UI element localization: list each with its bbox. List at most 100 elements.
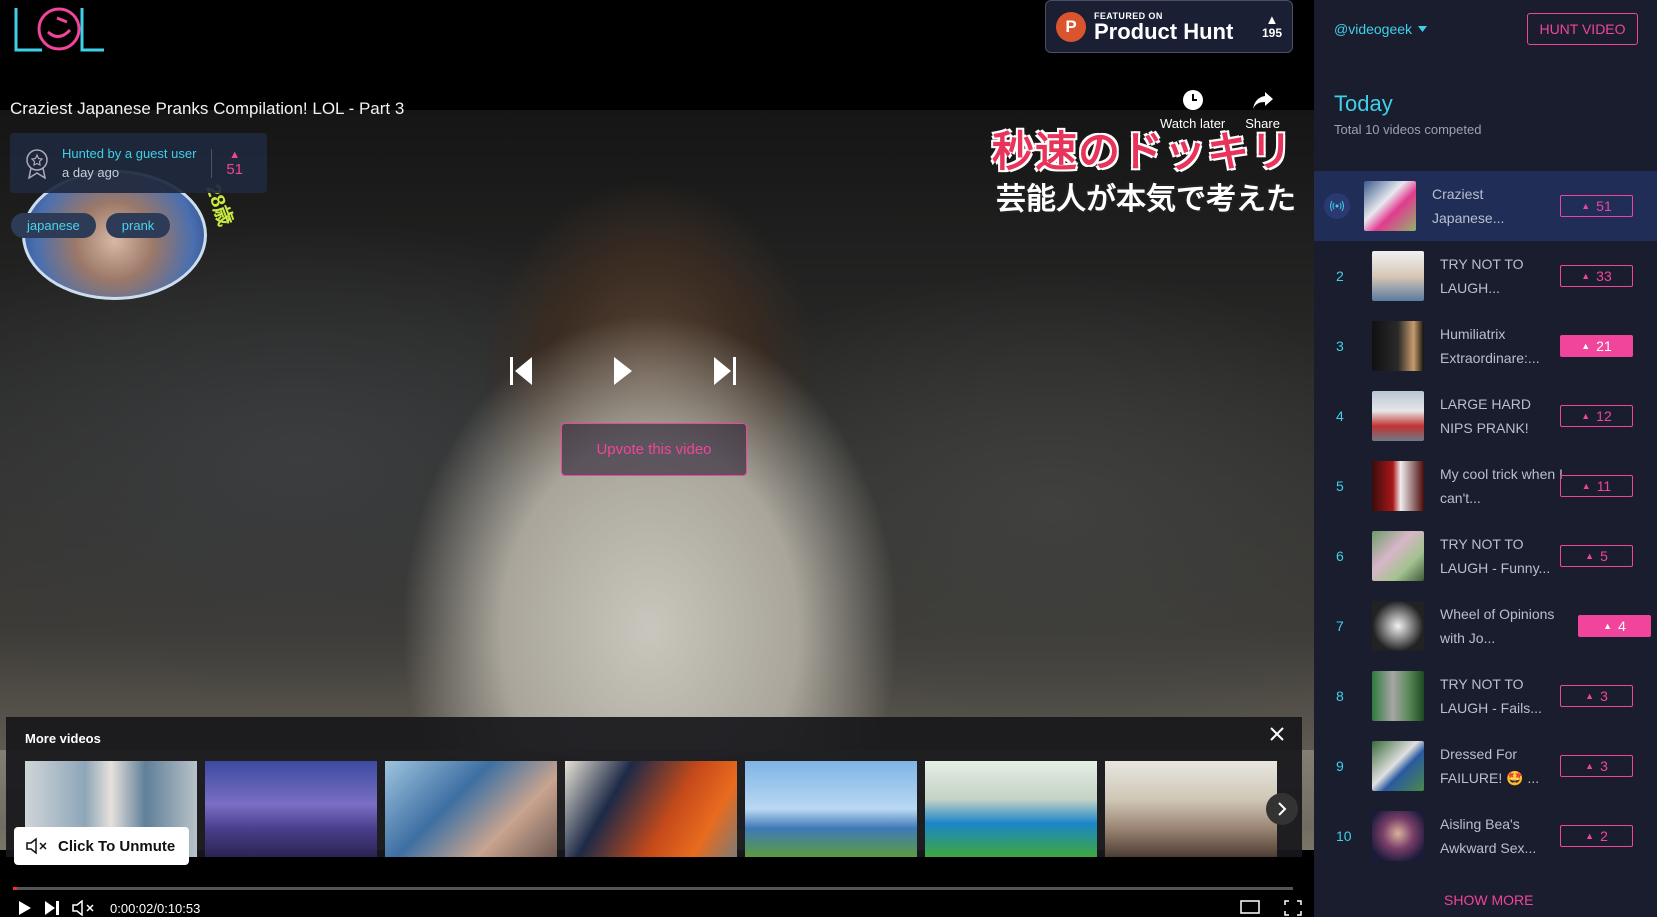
more-video-thumbnail[interactable] [745,761,917,857]
product-hunt-name: Product Hunt [1094,18,1234,44]
posted-time: a day ago [62,165,120,180]
theater-mode-icon[interactable] [1240,900,1260,914]
ranking-number: 7 [1336,618,1344,634]
mute-icon[interactable] [72,900,98,916]
video-title[interactable]: Craziest Japanese Pranks Compilation! LO… [10,99,404,119]
upvote-arrow-icon: ▲ [1585,691,1595,701]
ranking-number: 4 [1336,408,1344,424]
ranking-title: Dressed For FAILURE! 🤩 ... [1440,746,1540,786]
unmute-button[interactable]: Click To Unmute [14,827,189,865]
watch-later-button[interactable]: Watch later [1160,88,1225,131]
ranking-item[interactable]: 3 Humiliatrix Extraordinare:... ▲ 21 [1314,311,1657,381]
ranking-upvote-button[interactable]: ▲ 12 [1560,405,1633,427]
ranking-item[interactable]: 7 Wheel of Opinions with Jo... ▲ 4 [1314,591,1657,661]
ranking-upvote-button[interactable]: ▲ 3 [1560,755,1633,777]
share-label: Share [1245,116,1280,131]
ranking-votes: 2 [1600,828,1608,844]
video-player[interactable]: 秒速のドッキリ 芸能人が本気で考えた 28歳 P FEATURED ON Pro… [0,0,1314,917]
ranking-thumbnail [1372,461,1424,511]
product-hunt-upvote-icon: ▲ [1265,12,1279,27]
ranking-item[interactable]: 4 LARGE HARD NIPS PRANK! ▲ 12 [1314,381,1657,451]
section-title: Today [1334,91,1393,116]
more-video-thumbnail[interactable] [205,761,377,857]
video-tags: japanese prank [11,213,171,238]
ranking-thumbnail [1372,391,1424,441]
ranking-title: TRY NOT TO LAUGH - Fails... [1440,676,1542,716]
video-progress-bar[interactable] [13,887,1293,890]
product-hunt-badge[interactable]: P FEATURED ON Product Hunt ▲ 195 [1045,0,1293,53]
hunted-by-link[interactable]: Hunted by a guest user [62,146,196,161]
ranking-upvote-button[interactable]: ▲ 3 [1560,685,1633,707]
ranking-item[interactable]: 8 TRY NOT TO LAUGH - Fails... ▲ 3 [1314,661,1657,731]
time-display: 0:00:02/0:10:53 [110,900,201,916]
ranking-votes: 11 [1596,478,1612,494]
upvote-video-button[interactable]: Upvote this video [561,423,747,476]
ranking-votes: 51 [1596,198,1612,214]
ranking-title: Humiliatrix Extraordinare:... [1440,326,1540,366]
next-icon[interactable] [44,900,60,916]
upvote-arrow-icon: ▲ [1603,621,1613,631]
chevron-right-icon [1278,802,1287,816]
ranking-title: Wheel of Opinions with Jo... [1440,606,1555,646]
ranking-item[interactable]: 6 TRY NOT TO LAUGH - Funny... ▲ 5 [1314,521,1657,591]
ranking-votes: 12 [1596,408,1612,424]
ranking-number: 8 [1336,688,1344,704]
leaderboard-sidebar: @videogeek HUNT VIDEO Today Total 10 vid… [1314,0,1657,917]
ranking-upvote-button[interactable]: ▲ 33 [1560,265,1633,287]
share-button[interactable]: Share [1245,88,1280,131]
tag-prank[interactable]: prank [105,213,171,238]
ranking-upvote-button[interactable]: ▲ 51 [1560,195,1633,217]
video-upvote-counter[interactable]: ▲ 51 [211,148,243,178]
app-root: 秒速のドッキリ 芸能人が本気で考えた 28歳 P FEATURED ON Pro… [0,0,1657,917]
ranking-item[interactable]: 5 My cool trick when I can't... ▲ 11 [1314,451,1657,521]
total-videos-text: Total 10 videos competed [1334,122,1482,137]
play-icon[interactable] [612,355,634,387]
product-hunt-icon: P [1056,11,1086,42]
more-video-thumbnail[interactable] [1105,761,1277,857]
ranking-upvote-button[interactable]: ▲ 2 [1560,825,1633,847]
upvote-arrow-icon: ▲ [1585,831,1595,841]
fullscreen-icon[interactable] [1284,900,1302,916]
upvote-arrow-icon: ▲ [1581,201,1591,211]
ranking-title: TRY NOT TO LAUGH - Funny... [1440,536,1551,576]
tag-japanese[interactable]: japanese [11,213,96,238]
user-menu[interactable]: @videogeek [1334,21,1428,37]
more-video-thumbnail[interactable] [925,761,1097,857]
ranking-item[interactable]: 9 Dressed For FAILURE! 🤩 ... ▲ 3 [1314,731,1657,801]
video-overlay-subcaption: 芸能人が本気で考えた [996,182,1296,217]
hunter-badge-icon [26,149,48,179]
ranking-upvote-button[interactable]: ▲ 4 [1578,615,1651,637]
muted-speaker-icon [26,837,47,855]
ranking-item[interactable]: Craziest Japanese... ▲ 51 [1314,171,1657,241]
more-video-thumbnail[interactable] [565,761,737,857]
show-more-link[interactable]: SHOW MORE [1444,892,1533,908]
ranking-number: 2 [1336,268,1344,284]
ranking-upvote-button[interactable]: ▲ 5 [1560,545,1633,567]
ranking-upvote-button[interactable]: ▲ 11 [1560,475,1633,497]
ranking-votes: 4 [1618,618,1626,634]
ranking-votes: 33 [1596,268,1612,284]
ranking-upvote-button[interactable]: ▲ 21 [1560,335,1633,357]
more-video-thumbnail[interactable] [385,761,557,857]
ranking-thumbnail [1372,601,1424,651]
upvote-arrow-icon: ▲ [1581,271,1591,281]
ranking-votes: 21 [1596,338,1612,354]
ranking-item[interactable]: 10 Aisling Bea's Awkward Sex... ▲ 2 [1314,801,1657,871]
ranking-number: 10 [1336,828,1352,844]
player-control-bar: 0:00:02/0:10:53 [18,900,200,916]
previous-video-icon[interactable] [508,355,534,387]
more-videos-next-button[interactable] [1266,793,1298,825]
ranking-number: 5 [1336,478,1344,494]
clock-icon [1182,90,1203,110]
lol-logo[interactable] [12,4,106,54]
ranking-votes: 3 [1600,688,1608,704]
ranking-item[interactable]: 2 TRY NOT TO LAUGH... ▲ 33 [1314,241,1657,311]
next-video-icon[interactable] [712,355,738,387]
upvote-arrow-icon: ▲ [1585,761,1595,771]
ranking-thumbnail [1372,321,1424,371]
hunt-video-button[interactable]: HUNT VIDEO [1527,13,1638,45]
play-icon[interactable] [18,900,32,916]
ranking-thumbnail [1372,741,1424,791]
video-vote-count: 51 [226,160,243,178]
close-icon[interactable] [1270,727,1284,741]
